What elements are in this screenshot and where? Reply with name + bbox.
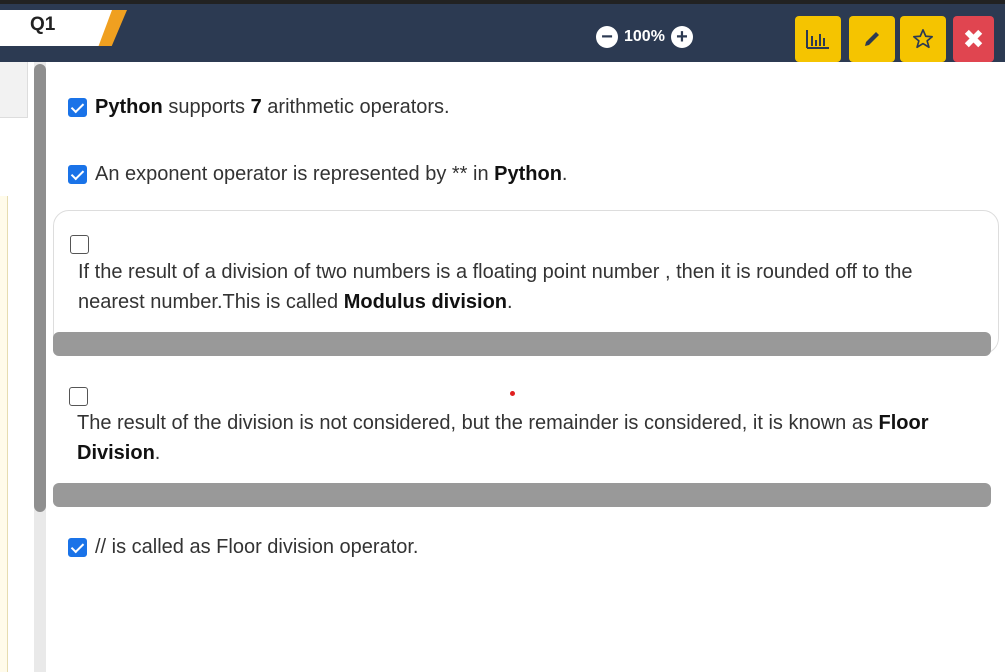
statement-5-checkbox[interactable] bbox=[68, 538, 87, 557]
question-tab-label: Q1 bbox=[30, 14, 56, 35]
page: Q1 − 100% + ✖ Python supports 7 arithmet… bbox=[0, 0, 1005, 672]
pencil-icon bbox=[865, 32, 879, 46]
statement-3-bar bbox=[53, 332, 991, 356]
side-panel-lower bbox=[0, 196, 8, 672]
edit-button[interactable] bbox=[849, 16, 895, 62]
statement-2-checkbox[interactable] bbox=[68, 165, 87, 184]
scrollbar-thumb[interactable] bbox=[34, 64, 46, 512]
statement-4-bar bbox=[53, 483, 991, 507]
zoom-level: 100% bbox=[624, 28, 665, 45]
scrollbar[interactable] bbox=[34, 62, 46, 672]
close-button[interactable]: ✖ bbox=[953, 16, 994, 62]
stats-button[interactable] bbox=[795, 16, 841, 62]
statement-list: Python supports 7 arithmetic operators. … bbox=[48, 62, 1005, 672]
cursor-dot bbox=[510, 391, 515, 396]
statement-3-checkbox[interactable] bbox=[70, 235, 89, 254]
favorite-button[interactable] bbox=[900, 16, 946, 62]
statement-2-text: An exponent operator is represented by *… bbox=[95, 163, 568, 185]
statement-1-text: Python supports 7 arithmetic operators. bbox=[95, 96, 450, 118]
statement-1-checkbox[interactable] bbox=[68, 98, 87, 117]
top-bar: Q1 − 100% + ✖ bbox=[0, 0, 1005, 62]
statement-4-text: The result of the division is not consid… bbox=[77, 412, 929, 464]
close-icon: ✖ bbox=[962, 23, 985, 54]
zoom-out-icon[interactable]: − bbox=[596, 26, 618, 48]
statement-4-checkbox[interactable] bbox=[69, 387, 88, 406]
zoom-in-icon[interactable]: + bbox=[670, 26, 693, 48]
statement-3-text: If the result of a division of two numbe… bbox=[78, 261, 913, 313]
statement-5: // is called as Floor division operator. bbox=[68, 536, 419, 559]
side-panel bbox=[0, 62, 28, 118]
statement-5-text: // is called as Floor division operator. bbox=[95, 536, 419, 558]
chart-icon bbox=[806, 30, 829, 49]
zoom-control: − 100% + bbox=[596, 26, 693, 48]
statement-2: An exponent operator is represented by *… bbox=[68, 163, 567, 186]
statement-1: Python supports 7 arithmetic operators. bbox=[68, 96, 450, 119]
star-icon bbox=[913, 29, 933, 49]
question-tab[interactable] bbox=[0, 10, 112, 46]
